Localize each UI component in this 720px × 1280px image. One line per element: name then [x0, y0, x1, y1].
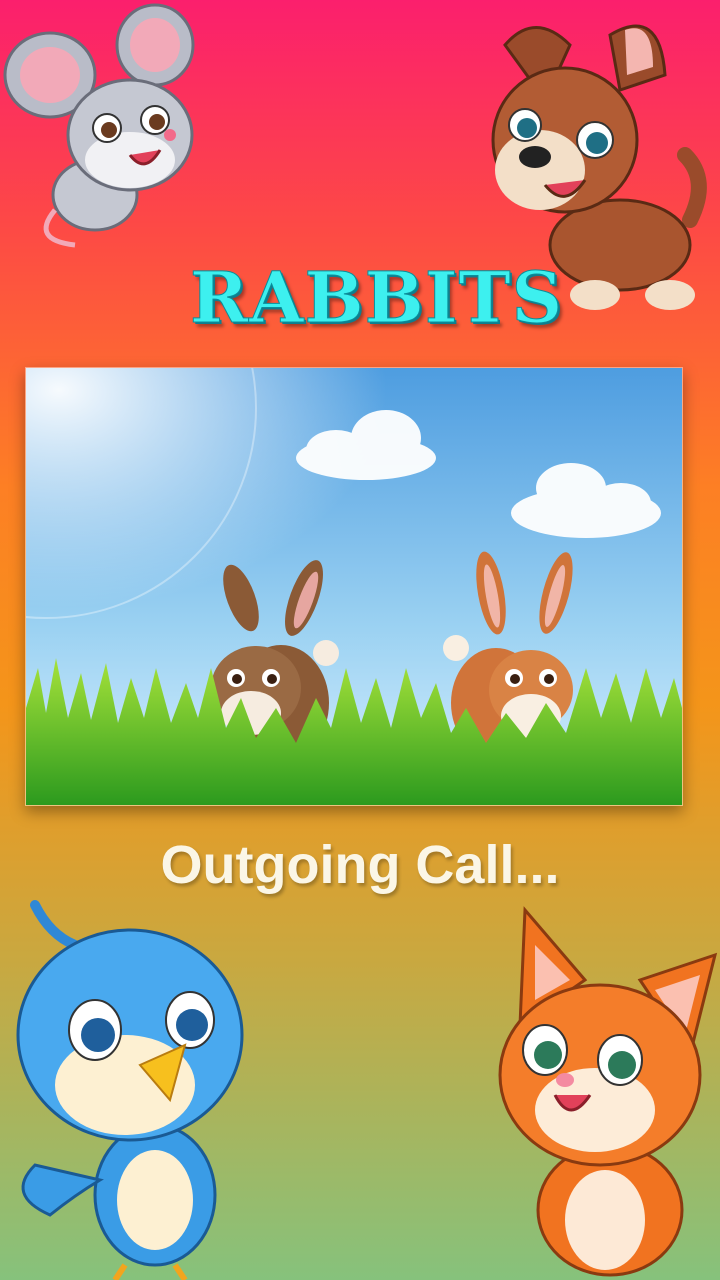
call-status-text: Outgoing Call... — [160, 835, 560, 895]
mouse-cartoon-image — [3, 3, 195, 248]
rabbits-photo — [25, 367, 683, 806]
kitten-cartoon-image — [498, 906, 718, 1277]
bluebird-cartoon-image — [16, 900, 244, 1280]
animal-name-title: RABBITS — [190, 256, 564, 339]
